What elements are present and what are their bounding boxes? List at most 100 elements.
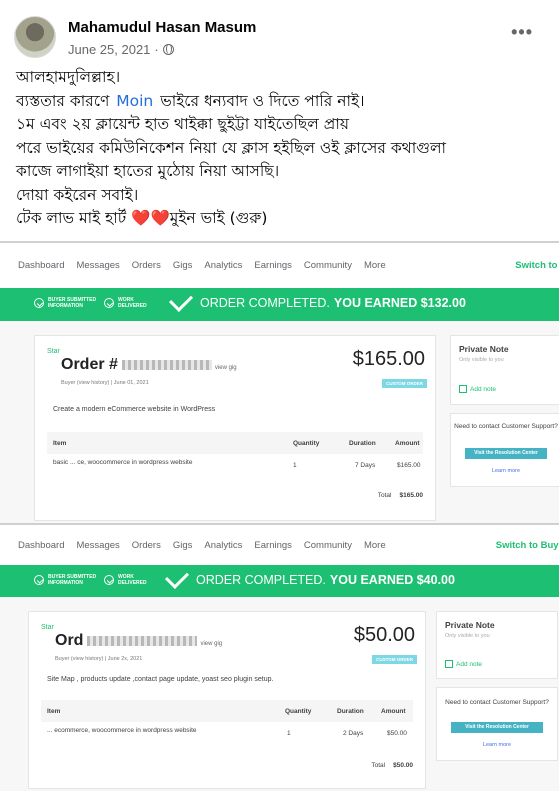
nav-more[interactable]: More: [364, 260, 386, 271]
nav-gigs[interactable]: Gigs: [173, 540, 193, 551]
globe-icon: [162, 44, 174, 55]
private-note-sub: Only visible to you: [445, 633, 490, 639]
post-line-part: মুইন ভাই (গুরু): [169, 209, 268, 227]
support-text: Need to contact Customer Support?: [445, 699, 549, 706]
redacted-order-id: [121, 359, 212, 370]
item-duration: 7 Days: [355, 462, 376, 469]
order-number: Ord: [55, 632, 84, 649]
add-note-button[interactable]: Add note: [445, 660, 482, 668]
order-description: Site Map , products update ,contact page…: [47, 676, 274, 683]
post-line: কাজে লাগাইয়া হাতের মুঠোয় নিয়া আসছি।: [16, 162, 280, 180]
order-total: Total $165.00: [378, 492, 423, 499]
private-note-sub: Only visible to you: [459, 357, 504, 363]
mention-link[interactable]: Moin: [114, 92, 155, 110]
custom-order-badge: CUSTOM ORDER: [372, 655, 417, 664]
switch-to-buying-link[interactable]: Switch to Buyin: [496, 540, 559, 551]
step-buyer-submitted: BUYER SUBMITTED INFORMATION: [34, 574, 100, 586]
col-amount: Amount: [381, 708, 406, 715]
add-note-label: Add note: [456, 660, 483, 668]
col-duration: Duration: [337, 708, 364, 715]
buyer-info: Buyer (view history) | June 2x, 2021: [55, 656, 143, 662]
order-screenshot-2: Dashboard Messages Orders Gigs Analytics…: [0, 523, 559, 791]
support-card: Need to contact Customer Support? Visit …: [450, 413, 559, 487]
check-circle-icon: [34, 575, 44, 585]
banner-status: ORDER COMPLETED.: [200, 296, 330, 310]
nav-messages[interactable]: Messages: [76, 540, 119, 551]
banner-title: ORDER COMPLETED. YOU EARNED $40.00: [164, 564, 455, 590]
heart-emoji: ❤️❤️: [131, 209, 170, 227]
item-amount: $165.00: [397, 462, 421, 469]
more-options-icon[interactable]: •••: [511, 23, 533, 41]
banner-earned: YOU EARNED $132.00: [333, 296, 466, 310]
nav-messages[interactable]: Messages: [76, 260, 119, 271]
view-gig-link[interactable]: view gig: [215, 365, 237, 371]
post-header: Mahamudul Hasan Masum June 25, 2021 · ••…: [0, 0, 559, 64]
private-note-title: Private Note: [459, 344, 509, 354]
resolution-center-button[interactable]: Visit the Resolution Center: [451, 722, 543, 733]
order-title: Order # view gig: [61, 356, 237, 374]
private-note-title: Private Note: [445, 620, 495, 630]
step-work-delivered: WORK DELIVERED: [104, 574, 147, 586]
learn-more-link[interactable]: Learn more: [451, 468, 559, 474]
post-line-part: টেক লাভ মাই হার্ট: [16, 209, 127, 227]
nav-gigs[interactable]: Gigs: [173, 260, 193, 271]
step-label: BUYER SUBMITTED INFORMATION: [48, 574, 97, 586]
nav-earnings[interactable]: Earnings: [254, 260, 292, 271]
nav-community[interactable]: Community: [304, 540, 352, 551]
author-name[interactable]: Mahamudul Hasan Masum: [68, 19, 256, 36]
resolution-center-button[interactable]: Visit the Resolution Center: [465, 448, 547, 459]
order-title: Ord view gig: [55, 632, 222, 650]
post-text: আলহামদুলিল্লাহ। ব্যস্ততার কারণে Moin ভাই…: [16, 66, 546, 231]
step-buyer-submitted: BUYER SUBMITTED INFORMATION: [34, 297, 100, 309]
checkmark-icon: [164, 564, 190, 590]
item-amount: $50.00: [387, 730, 407, 737]
step-label: WORK DELIVERED: [118, 574, 147, 586]
add-note-label: Add note: [470, 385, 497, 393]
check-circle-icon: [34, 298, 44, 308]
total-value: $50.00: [393, 762, 413, 769]
nav-earnings[interactable]: Earnings: [254, 540, 292, 551]
note-icon: [445, 660, 453, 668]
order-table-header: Item Quantity Duration Amount: [41, 700, 413, 722]
add-note-button[interactable]: Add note: [459, 385, 496, 393]
nav-orders[interactable]: Orders: [132, 260, 161, 271]
top-nav: Dashboard Messages Orders Gigs Analytics…: [0, 243, 559, 288]
top-nav: Dashboard Messages Orders Gigs Analytics…: [0, 525, 559, 565]
post-line: ব্যস্ততার কারণে Moin ভাইরে ধন্যবাদ ও দিত…: [16, 90, 546, 114]
nav-analytics[interactable]: Analytics: [204, 260, 242, 271]
learn-more-link[interactable]: Learn more: [437, 742, 557, 748]
post-line: পরে ভাইয়ের কমিউনিকেশন নিয়া যে ক্লাস হই…: [16, 138, 446, 157]
total-label: Total: [371, 762, 386, 769]
post-meta: June 25, 2021 ·: [68, 42, 174, 57]
support-text: Need to contact Customer Support?: [454, 423, 558, 430]
check-circle-icon: [104, 298, 114, 308]
post-line-part: ভাইরে ধন্যবাদ ও দিতে পারি নাই।: [160, 91, 365, 110]
nav-analytics[interactable]: Analytics: [204, 540, 242, 551]
item-name: basic ... ce, woocommerce in wordpress w…: [53, 459, 193, 466]
nav-orders[interactable]: Orders: [132, 540, 161, 551]
order-description: Create a modern eCommerce website in Wor…: [53, 406, 216, 413]
switch-to-buying-link[interactable]: Switch to B: [515, 260, 559, 271]
table-row: ... ecommerce, woocommerce in wordpress …: [41, 722, 413, 756]
post-line-part: ব্যস্ততার কারণে: [16, 91, 110, 110]
nav-dashboard[interactable]: Dashboard: [18, 540, 64, 551]
nav-dashboard[interactable]: Dashboard: [18, 260, 64, 271]
redacted-order-id: [87, 635, 198, 646]
item-qty: 1: [287, 730, 291, 737]
order-completed-banner: BUYER SUBMITTED INFORMATION WORK DELIVER…: [0, 287, 559, 321]
order-card: Star Ord view gig Buyer (view history) | …: [28, 611, 426, 789]
nav-more[interactable]: More: [364, 540, 386, 551]
post-date[interactable]: June 25, 2021: [68, 42, 150, 57]
table-row: basic ... ce, woocommerce in wordpress w…: [47, 454, 423, 488]
author-avatar[interactable]: [14, 16, 56, 58]
order-number: Order #: [61, 356, 118, 373]
buyer-info: Buyer (view history) | June 01, 2021: [61, 380, 149, 386]
item-qty: 1: [293, 462, 297, 469]
order-card: Star Order # view gig Buyer (view history…: [34, 335, 436, 521]
nav-community[interactable]: Community: [304, 260, 352, 271]
view-gig-link[interactable]: view gig: [200, 641, 222, 647]
note-icon: [459, 385, 467, 393]
item-duration: 2 Days: [343, 730, 364, 737]
banner-earned: YOU EARNED $40.00: [329, 573, 455, 587]
meta-separator: ·: [154, 42, 159, 57]
